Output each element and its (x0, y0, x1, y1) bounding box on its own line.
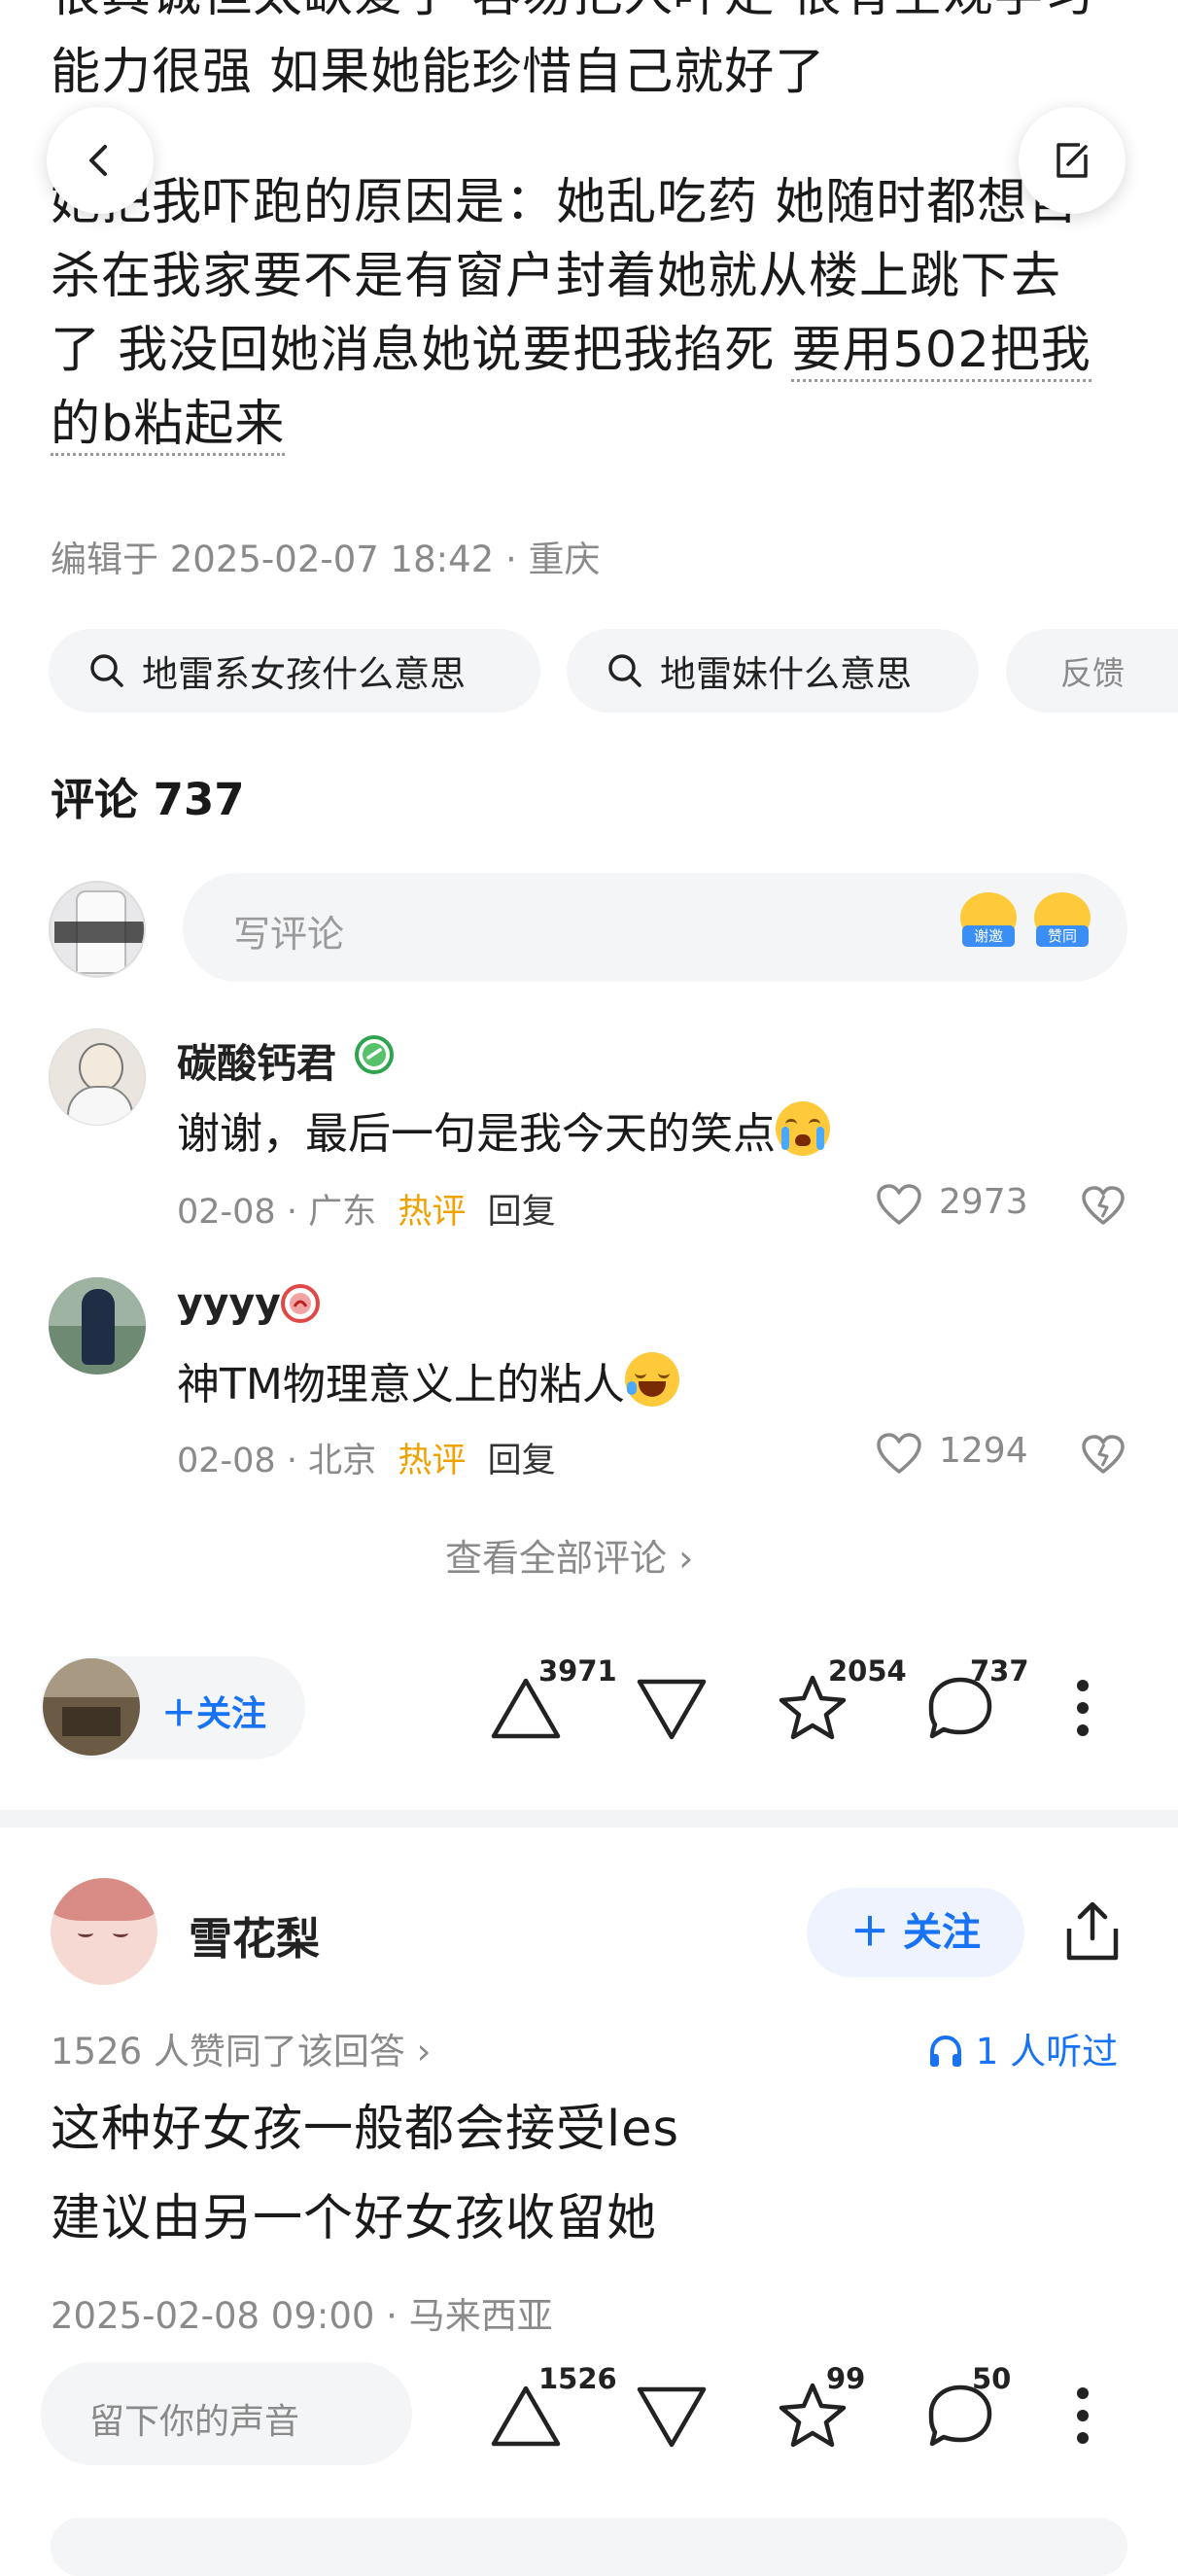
headphones-icon (930, 2035, 961, 2067)
follow-button[interactable]: ＋关注 (161, 1686, 266, 1736)
comment-text-content: 神TM物理意义上的粘人 (177, 1360, 625, 1410)
downvote-icon[interactable] (636, 2385, 708, 2450)
crying-emoji-icon (776, 1101, 830, 1156)
upvote-count: 3971 (538, 1654, 617, 1688)
back-button[interactable] (47, 107, 154, 214)
laughing-emoji-icon (624, 1352, 679, 1407)
search-chip-2[interactable]: 地雷妹什么意思 (567, 629, 979, 713)
heart-icon[interactable] (875, 1431, 923, 1476)
comment-input-placeholder: 写评论 (233, 913, 345, 956)
answer-meta: 2025-02-08 09:00 · 马来西亚 (51, 2295, 553, 2337)
search-chip-label: 地雷系女孩什么意思 (142, 653, 466, 695)
comment-date: 02-08 (177, 1442, 276, 1480)
more-icon[interactable] (1073, 2385, 1092, 2446)
comment-text-content: 谢谢，最后一句是我今天的笑点 (177, 1109, 776, 1159)
comment-avatar[interactable] (49, 1028, 146, 1126)
comment-meta: 02-08 · 广东 热评 回复 (177, 1193, 556, 1232)
sticker-zantong[interactable]: 赞同 (1034, 892, 1091, 949)
comment-like-count: 2973 (939, 1182, 1028, 1222)
my-avatar[interactable] (49, 881, 146, 978)
heart-icon[interactable] (875, 1182, 923, 1227)
author-name[interactable]: 雪花梨 (189, 1903, 320, 1967)
edit-icon (1057, 143, 1088, 178)
sticker-xieyao[interactable]: 谢邀 (960, 892, 1017, 949)
comment-count: 737 (970, 1654, 1029, 1688)
star-count: 99 (826, 2362, 866, 2395)
author-avatar[interactable] (43, 1658, 140, 1756)
search-icon (608, 654, 641, 687)
edited-time: 编辑于 2025-02-07 18:42 · 重庆 (51, 539, 601, 580)
comment-meta: 02-08 · 北京 热评 回复 (177, 1442, 556, 1480)
search-chip-1[interactable]: 地雷系女孩什么意思 (49, 629, 540, 713)
comment-location: 广东 (308, 1193, 377, 1232)
voice-input-placeholder: 留下你的声音 (89, 2402, 300, 2442)
comments-title: 评论 737 (51, 774, 245, 825)
article-text-plain: 了 我没回她消息她说要把我掐死 (51, 322, 792, 379)
reply-button[interactable]: 回复 (488, 1442, 556, 1480)
answer-text-line-1: 这种好女孩一般都会接受les (51, 2101, 680, 2158)
reply-button[interactable]: 回复 (488, 1193, 556, 1232)
voice-input[interactable]: 留下你的声音 (41, 2362, 412, 2465)
comment-author-name[interactable]: yyyy (177, 1279, 281, 1326)
dislike-heart-icon[interactable] (1081, 1433, 1126, 1476)
comment-input[interactable]: 写评论 谢邀 赞同 (183, 873, 1127, 982)
user-badge-icon (281, 1284, 320, 1323)
listened-badge[interactable]: 1 人听过 (927, 2022, 1118, 2074)
follow-pill[interactable]: ＋关注 (41, 1656, 305, 1759)
comment-text: 谢谢，最后一句是我今天的笑点 (177, 1098, 830, 1161)
view-all-comments-link[interactable]: 查看全部评论 › (445, 1528, 693, 1582)
chevron-left-icon (89, 145, 107, 176)
next-card-peek (51, 2518, 1127, 2576)
search-icon (90, 654, 123, 687)
article-text-para2-line4[interactable]: 的b粘起来 (51, 379, 286, 470)
sticker-xieyao-label: 谢邀 (962, 925, 1015, 947)
article-text-line-1: 能力很强 如果她能珍惜自己就好了 (51, 44, 826, 101)
article-text-link-end[interactable]: 的b粘起来 (51, 396, 286, 456)
author-avatar[interactable] (51, 1878, 157, 1985)
upvote-count: 1526 (538, 2362, 617, 2395)
downvote-icon[interactable] (636, 1678, 708, 1742)
feedback-chip[interactable]: 反馈 (1006, 629, 1178, 713)
follow-button[interactable]: ＋ 关注 (807, 1888, 1024, 1977)
hot-comment-badge: 热评 (398, 1193, 467, 1232)
agree-count-link[interactable]: 1526 人赞同了该回答 › (51, 2022, 431, 2074)
dislike-heart-icon[interactable] (1081, 1184, 1126, 1227)
listened-label: 1 人听过 (975, 2031, 1119, 2072)
verified-badge-icon (355, 1035, 394, 1074)
sticker-zantong-label: 赞同 (1036, 925, 1089, 947)
comment-count: 50 (972, 2362, 1012, 2395)
share-icon[interactable] (1063, 1899, 1122, 1964)
star-count: 2054 (828, 1654, 907, 1688)
more-icon[interactable] (1073, 1678, 1092, 1738)
feedback-label: 反馈 (1060, 654, 1125, 692)
comment-avatar[interactable] (49, 1277, 146, 1375)
comment-author-name[interactable]: 碳酸钙君 (177, 1030, 336, 1089)
answer-text-line-2: 建议由另一个好女孩收留她 (51, 2190, 658, 2247)
comment-location: 北京 (308, 1442, 377, 1480)
section-divider (0, 1810, 1178, 1828)
article-text-link[interactable]: 要用502把我 (791, 322, 1091, 382)
edit-button[interactable] (1019, 107, 1126, 214)
comment-like-count: 1294 (939, 1431, 1028, 1471)
search-chip-label: 地雷妹什么意思 (660, 653, 912, 695)
comment-date: 02-08 (177, 1193, 276, 1232)
comment-text: 神TM物理意义上的粘人 (177, 1349, 679, 1411)
hot-comment-badge: 热评 (398, 1442, 467, 1480)
